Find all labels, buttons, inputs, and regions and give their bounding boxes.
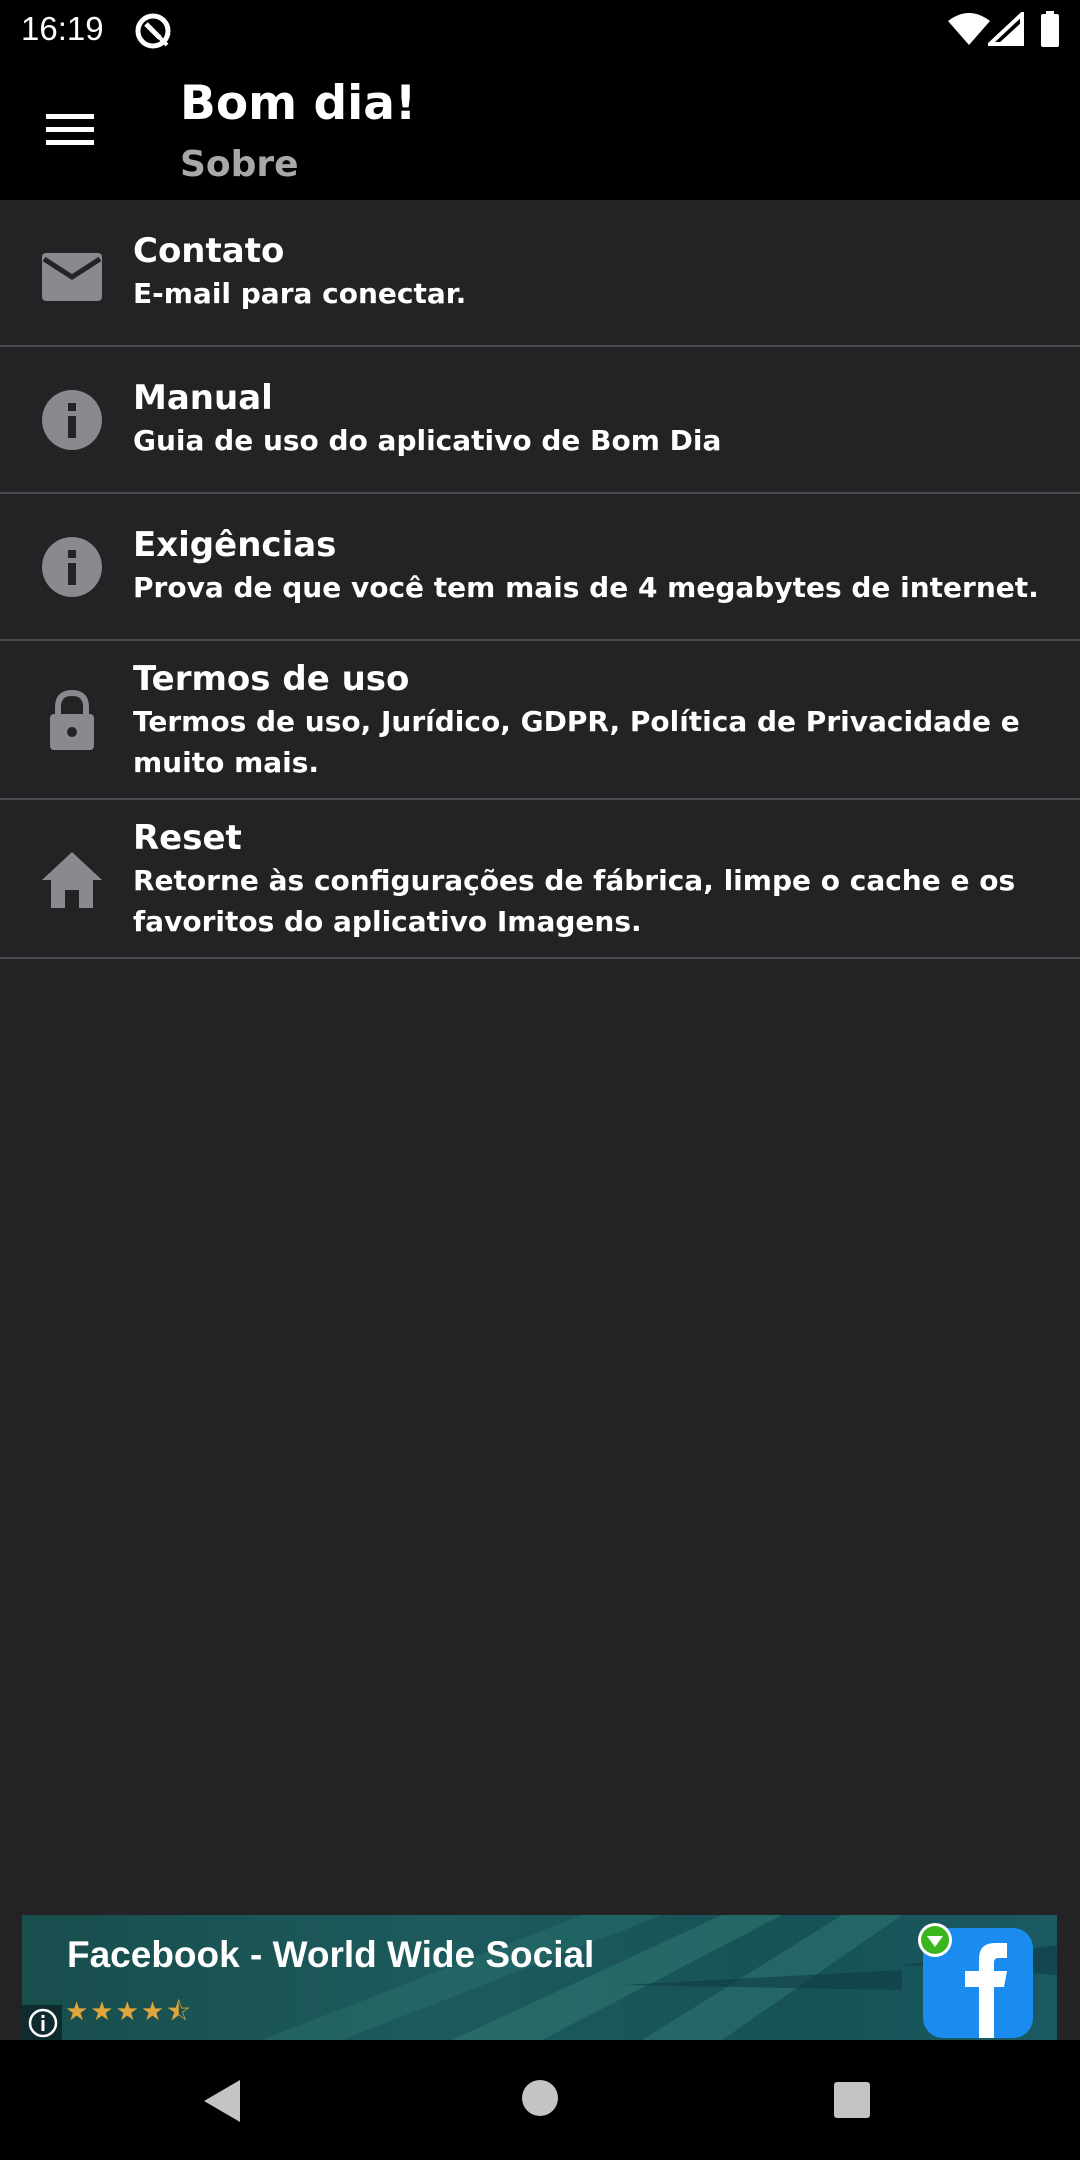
- list-item-exigencias[interactable]: Exigências Prova de que você tem mais de…: [0, 494, 1080, 641]
- ad-rating-stars: ★★★★⯪: [65, 1997, 193, 2027]
- list-item-contato[interactable]: Contato E-mail para conectar.: [0, 200, 1080, 347]
- settings-list: Contato E-mail para conectar. Manual Gui…: [0, 200, 1080, 959]
- navigation-bar: [0, 2040, 1080, 2160]
- screen: 16:19 Bom dia! Sobre Contato E-mail para…: [0, 0, 1080, 2160]
- status-bar: 16:19: [0, 0, 1080, 61]
- list-item-title: Termos de uso: [133, 659, 410, 699]
- list-item-manual[interactable]: Manual Guia de uso do aplicativo de Bom …: [0, 347, 1080, 494]
- list-item-title: Reset: [133, 818, 242, 858]
- app-subtitle: Sobre: [180, 144, 299, 185]
- home-icon: [42, 852, 102, 908]
- list-item-description: E-mail para conectar.: [133, 277, 467, 310]
- signal-icon: [988, 12, 1024, 46]
- menu-icon[interactable]: [46, 112, 94, 148]
- list-item-title: Contato: [133, 231, 285, 271]
- ad-title: Facebook - World Wide Social: [67, 1934, 595, 1975]
- battery-icon: [1041, 11, 1059, 47]
- list-item-title: Manual: [133, 378, 273, 418]
- facebook-logo-icon: [918, 1923, 1033, 2038]
- list-item-description: Prova de que você tem mais de 4 megabyte…: [133, 571, 1039, 604]
- info-icon: [28, 2008, 58, 2038]
- app-bar: Bom dia! Sobre: [0, 61, 1080, 200]
- ad-info-button[interactable]: [22, 2005, 62, 2040]
- ad-banner[interactable]: Facebook - World Wide Social ★★★★⯪: [22, 1915, 1057, 2040]
- list-item-title: Exigências: [133, 525, 337, 565]
- mail-icon: [42, 253, 102, 301]
- list-item-reset[interactable]: Reset Retorne às configurações de fábric…: [0, 800, 1080, 959]
- recents-icon[interactable]: [832, 2080, 872, 2120]
- wifi-icon: [948, 13, 990, 45]
- list-item-description: Guia de uso do aplicativo de Bom Dia: [133, 424, 722, 457]
- back-icon[interactable]: [200, 2078, 246, 2124]
- list-item-termos-de-uso[interactable]: Termos de uso Termos de uso, Jurídico, G…: [0, 641, 1080, 800]
- list-item-description: Retorne às configurações de fábrica, lim…: [133, 864, 1016, 938]
- notification-app-icon: [135, 13, 171, 49]
- info-icon: [42, 390, 102, 450]
- app-title: Bom dia!: [180, 76, 417, 131]
- lock-icon: [50, 689, 94, 750]
- info-icon: [42, 537, 102, 597]
- status-time: 16:19: [21, 10, 104, 47]
- home-button-icon[interactable]: [520, 2078, 560, 2118]
- list-item-description: Termos de uso, Jurídico, GDPR, Política …: [133, 705, 1020, 779]
